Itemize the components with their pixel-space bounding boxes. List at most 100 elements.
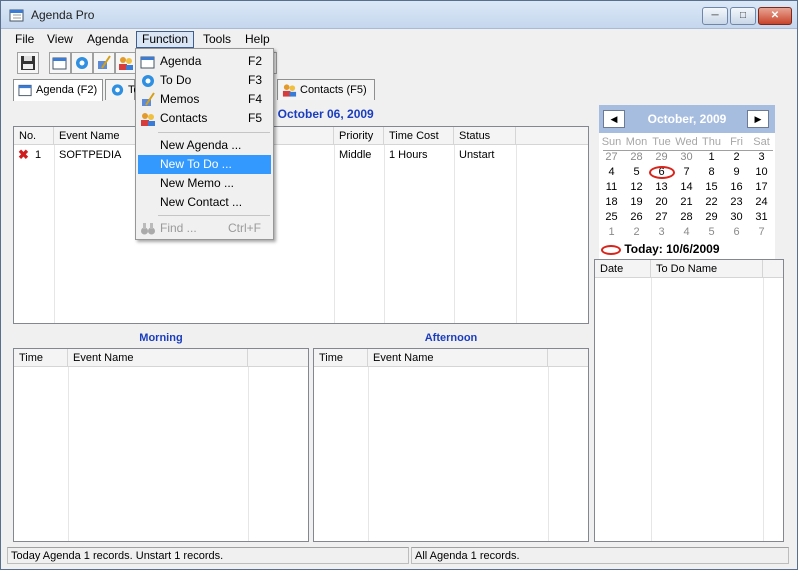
delete-x-icon: ✖	[18, 147, 29, 162]
calendar-day[interactable]: 29	[649, 150, 674, 165]
calendar-day[interactable]: 27	[599, 150, 624, 165]
col-time[interactable]: Time	[14, 349, 68, 367]
col-time[interactable]: Time	[314, 349, 368, 367]
calendar-day[interactable]: 5	[699, 225, 724, 240]
toolbar-todo-button[interactable]	[71, 52, 93, 74]
status-left: Today Agenda 1 records. Unstart 1 record…	[7, 547, 409, 564]
toolbar-contacts-button[interactable]	[115, 52, 137, 74]
maximize-button[interactable]: □	[730, 7, 756, 25]
menu-item-contacts[interactable]: Contacts F5	[138, 109, 271, 128]
calendar-day[interactable]: 11	[599, 180, 624, 195]
weekday-label: Tue	[652, 136, 671, 148]
prev-month-button[interactable]: ◀	[603, 110, 625, 128]
tab-contacts[interactable]: Contacts (F5)	[277, 79, 375, 100]
contacts-icon	[282, 84, 297, 97]
calendar-day[interactable]: 4	[674, 225, 699, 240]
calendar-day[interactable]: 28	[674, 210, 699, 225]
calendar-day[interactable]: 17	[749, 180, 774, 195]
col-status[interactable]: Status	[454, 127, 516, 145]
todo-icon	[76, 57, 88, 69]
calendar-day[interactable]: 31	[749, 210, 774, 225]
calendar-day[interactable]: 7	[749, 225, 774, 240]
calendar-day[interactable]: 6	[724, 225, 749, 240]
col-event-name[interactable]: Event Name	[68, 349, 248, 367]
calendar-day[interactable]: 19	[624, 195, 649, 210]
menu-function[interactable]: Function	[136, 31, 195, 48]
row-event-name: SOFTPEDIA	[59, 149, 122, 161]
calendar-day[interactable]: 3	[749, 150, 774, 165]
contacts-icon	[141, 113, 155, 126]
calendar-day[interactable]: 8	[699, 165, 724, 180]
calendar-day[interactable]: 5	[624, 165, 649, 180]
row-no: 1	[35, 149, 42, 161]
menu-item-new-memo[interactable]: New Memo ...	[138, 174, 271, 193]
calendar-day[interactable]: 29	[699, 210, 724, 225]
calendar-day[interactable]: 4	[599, 165, 624, 180]
menu-file[interactable]: File	[10, 31, 39, 48]
calendar-day[interactable]: 14	[674, 180, 699, 195]
calendar-day[interactable]: 24	[749, 195, 774, 210]
afternoon-table[interactable]: Time Event Name	[313, 348, 589, 542]
menu-item-todo[interactable]: To Do F3	[138, 71, 271, 90]
window-title: Agenda Pro	[31, 8, 95, 22]
col-priority[interactable]: Priority	[334, 127, 384, 145]
calendar-day[interactable]: 28	[624, 150, 649, 165]
menu-tools[interactable]: Tools	[198, 31, 236, 48]
tab-agenda[interactable]: Agenda (F2)	[13, 79, 103, 101]
calendar-day[interactable]: 15	[699, 180, 724, 195]
calendar-day[interactable]: 30	[674, 150, 699, 165]
menu-item-new-contact[interactable]: New Contact ...	[138, 193, 271, 212]
col-time-cost[interactable]: Time Cost	[384, 127, 454, 145]
col-date[interactable]: Date	[595, 260, 651, 278]
calendar-day[interactable]: 22	[699, 195, 724, 210]
menu-help[interactable]: Help	[240, 31, 275, 48]
morning-table[interactable]: Time Event Name	[13, 348, 309, 542]
calendar-day[interactable]: 2	[724, 150, 749, 165]
weekday-label: Sun	[601, 136, 622, 148]
calendar-day[interactable]: 1	[699, 150, 724, 165]
col-no[interactable]: No.	[14, 127, 54, 145]
calendar-day[interactable]: 18	[599, 195, 624, 210]
today-link[interactable]: Today: 10/6/2009	[601, 242, 720, 256]
menu-agenda[interactable]: Agenda	[82, 31, 133, 48]
calendar-day[interactable]: 23	[724, 195, 749, 210]
calendar-day[interactable]: 12	[624, 180, 649, 195]
toolbar-memos-button[interactable]	[93, 52, 115, 74]
calendar-day[interactable]: 27	[649, 210, 674, 225]
col-todo-name[interactable]: To Do Name	[651, 260, 763, 278]
calendar-day[interactable]: 25	[599, 210, 624, 225]
agenda-table[interactable]: No. Event Name Priority Time Cost Status…	[13, 126, 589, 324]
calendar-day[interactable]: 7	[674, 165, 699, 180]
calendar-day[interactable]: 1	[599, 225, 624, 240]
save-button[interactable]	[17, 52, 39, 74]
calendar-day[interactable]: 21	[674, 195, 699, 210]
menu-item-agenda[interactable]: Agenda F2	[138, 52, 271, 71]
agenda-icon	[140, 56, 155, 69]
todo-table[interactable]: Date To Do Name	[594, 259, 784, 542]
calendar-day[interactable]: 20	[649, 195, 674, 210]
tab-contacts-label: Contacts (F5)	[300, 84, 367, 96]
col-event-name[interactable]: Event Name	[368, 349, 548, 367]
menu-item-find[interactable]: Find ... Ctrl+F	[138, 219, 271, 238]
calendar-day[interactable]: 30	[724, 210, 749, 225]
menu-view[interactable]: View	[42, 31, 78, 48]
agenda-icon	[52, 57, 67, 70]
calendar-day[interactable]: 26	[624, 210, 649, 225]
calendar-day[interactable]: 2	[624, 225, 649, 240]
close-button[interactable]: ✕	[758, 7, 792, 25]
calendar-day[interactable]: 10	[749, 165, 774, 180]
calendar-day[interactable]: 3	[649, 225, 674, 240]
minimize-button[interactable]: ─	[702, 7, 728, 25]
table-row[interactable]: ✖ 1 SOFTPEDIA Middle 1 Hours Unstart	[14, 147, 588, 163]
menu-item-new-todo[interactable]: New To Do ...	[138, 155, 271, 174]
toolbar-agenda-button[interactable]	[49, 52, 71, 74]
calendar-day[interactable]: 13	[649, 180, 674, 195]
menu-item-new-agenda[interactable]: New Agenda ...	[138, 136, 271, 155]
calendar-day[interactable]: 16	[724, 180, 749, 195]
next-month-button[interactable]: ▶	[747, 110, 769, 128]
row-time-cost: 1 Hours	[389, 149, 428, 161]
tab-todo[interactable]: To	[105, 79, 140, 100]
menu-item-memos[interactable]: Memos F4	[138, 90, 271, 109]
calendar-day[interactable]: 9	[724, 165, 749, 180]
tab-agenda-label: Agenda (F2)	[36, 84, 98, 96]
